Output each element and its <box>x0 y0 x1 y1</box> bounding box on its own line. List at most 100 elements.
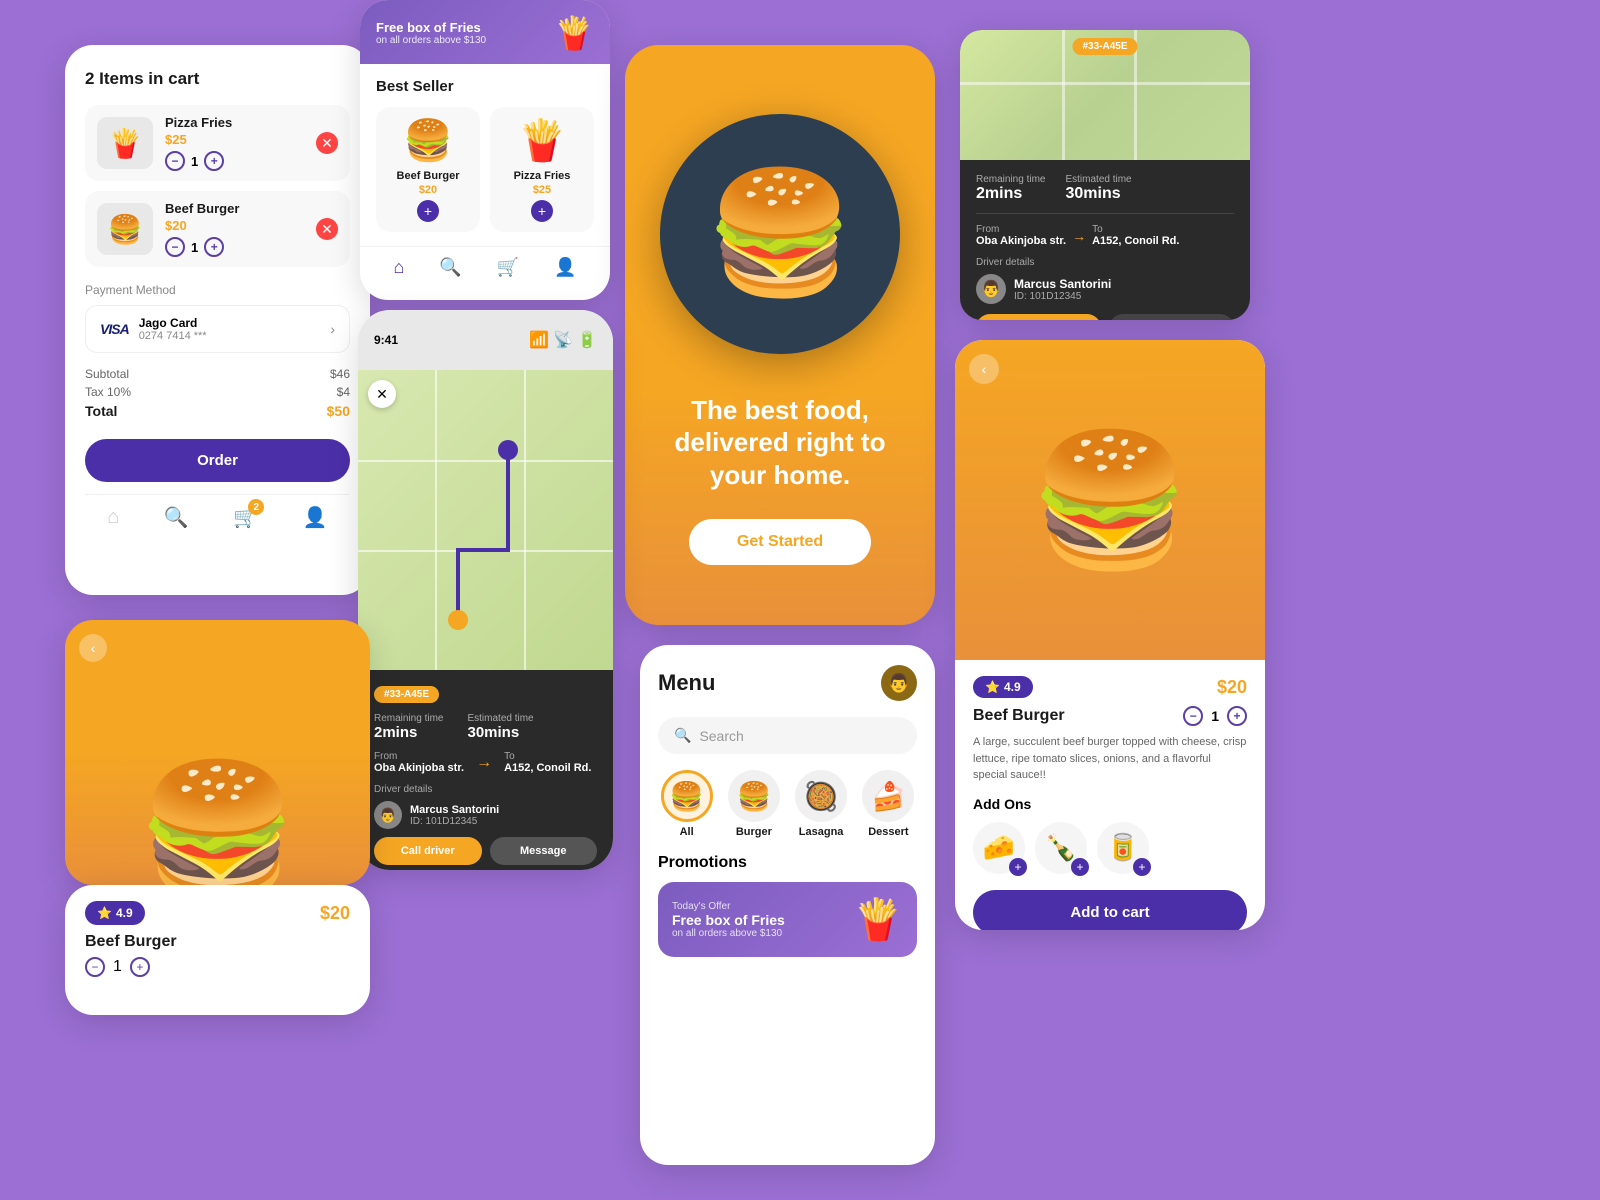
burger-back-button[interactable]: ‹ <box>79 634 107 662</box>
from-value: Oba Akinjoba str. <box>976 235 1066 247</box>
call-driver-button[interactable]: Call driver <box>976 314 1101 320</box>
map-route-svg <box>358 370 613 670</box>
from-label: From <box>976 224 1066 235</box>
battery-icon: 🔋 <box>577 330 597 350</box>
map-full-view: ✕ <box>358 370 613 670</box>
bs-nav-profile-icon[interactable]: 👤 <box>554 257 576 278</box>
map-driver-id: ID: 101D12345 <box>410 816 499 827</box>
tax-row: Tax 10% $4 <box>85 385 350 399</box>
burger-increment-btn[interactable]: + <box>130 957 150 977</box>
addon-1-add-btn[interactable]: + <box>1009 858 1027 876</box>
driver-id: ID: 101D12345 <box>1014 291 1111 302</box>
order-button[interactable]: Order <box>85 439 350 482</box>
food-2-price: $25 <box>500 184 584 196</box>
product-back-button[interactable]: ‹ <box>969 354 999 384</box>
product-increment-btn[interactable]: + <box>1227 706 1247 726</box>
tax-label: Tax 10% <box>85 385 131 399</box>
nav-search-icon[interactable]: 🔍 <box>164 505 189 530</box>
route-to-block: To A152, Conoil Rd. <box>1092 224 1179 247</box>
decrement-btn-2[interactable]: − <box>165 237 185 257</box>
promo-banner: Free box of Fries on all orders above $1… <box>360 0 610 64</box>
map-remaining-label: Remaining time <box>374 713 443 724</box>
cart-card: 2 Items in cart 🍟 Pizza Fries $25 − 1 + … <box>65 45 370 595</box>
to-label: To <box>1092 224 1179 235</box>
food-item-2: 🍟 Pizza Fries $25 + <box>490 107 594 232</box>
map-remaining-value: 2mins <box>374 724 443 741</box>
category-all[interactable]: 🍔 All <box>658 770 715 838</box>
category-all-label: All <box>658 826 715 838</box>
star-icon: ⭐ <box>985 680 1000 694</box>
promo-inner-sub: on all orders above $130 <box>672 928 785 939</box>
get-started-button[interactable]: Get Started <box>689 519 871 565</box>
food-2-emoji: 🍟 <box>500 117 584 164</box>
category-burger[interactable]: 🍔 Burger <box>725 770 782 838</box>
map-estimated-label: Estimated time <box>467 713 533 724</box>
map-header: 9:41 📶 📡 🔋 <box>358 310 613 370</box>
product-quantity: − 1 + <box>1183 706 1247 726</box>
increment-btn-2[interactable]: + <box>204 237 224 257</box>
payment-card[interactable]: VISA Jago Card 0274 7414 *** › <box>85 305 350 353</box>
map-call-btn[interactable]: Call driver <box>374 837 482 865</box>
category-dessert[interactable]: 🍰 Dessert <box>860 770 917 838</box>
category-burger-label: Burger <box>725 826 782 838</box>
category-dessert-label: Dessert <box>860 826 917 838</box>
nav-cart-icon[interactable]: 🛒 2 <box>233 505 258 530</box>
close-map-btn[interactable]: ✕ <box>368 380 396 408</box>
promo-title: Free box of Fries <box>376 20 486 35</box>
category-all-icon: 🍔 <box>661 770 713 822</box>
addon-3-add-btn[interactable]: + <box>1133 858 1151 876</box>
add-to-cart-button[interactable]: Add to cart <box>973 890 1247 931</box>
addon-2-add-btn[interactable]: + <box>1071 858 1089 876</box>
burger-qty-value: 1 <box>113 958 122 976</box>
message-button[interactable]: Message <box>1109 314 1234 320</box>
map-driver-info: Marcus Santorini ID: 101D12345 <box>410 804 499 827</box>
bs-nav-search-icon[interactable]: 🔍 <box>439 257 461 278</box>
search-bar[interactable]: 🔍 Search <box>658 717 917 754</box>
tracking-map-preview: #33-A45E <box>960 30 1250 160</box>
map-driver-label: Driver details <box>374 784 597 795</box>
nav-home-icon[interactable]: ⌂ <box>107 506 119 529</box>
increment-btn-1[interactable]: + <box>204 151 224 171</box>
product-decrement-btn[interactable]: − <box>1183 706 1203 726</box>
addon-2-icon: 🍾 + <box>1035 822 1087 874</box>
nav-profile-icon[interactable]: 👤 <box>303 505 328 530</box>
food-1-add-btn[interactable]: + <box>417 200 439 222</box>
burger-decrement-btn[interactable]: − <box>85 957 105 977</box>
cart-item-1-name: Pizza Fries <box>165 115 304 130</box>
map-msg-btn[interactable]: Message <box>490 837 598 865</box>
cart-item-1-qty: − 1 + <box>165 151 304 171</box>
product-image-header: ‹ 🍔 <box>955 340 1265 660</box>
promo-inner-image: 🍟 <box>853 896 903 943</box>
remaining-time-block: Remaining time 2mins <box>976 174 1045 203</box>
remaining-label: Remaining time <box>976 174 1045 185</box>
addon-3: 🥫 + <box>1097 822 1149 874</box>
estimated-time-block: Estimated time 30mins <box>1065 174 1131 203</box>
product-body: ⭐ 4.9 $20 Beef Burger − 1 + A large, suc… <box>955 660 1265 930</box>
promo-inner-title: Free box of Fries <box>672 912 785 928</box>
product-meta: ⭐ 4.9 $20 <box>973 676 1247 698</box>
route-from-block: From Oba Akinjoba str. <box>976 224 1066 247</box>
food-grid: 🍔 Beef Burger $20 + 🍟 Pizza Fries $25 + <box>376 107 594 232</box>
bs-nav-home-icon[interactable]: ⌂ <box>393 257 404 278</box>
map-driver-row: 👨 Marcus Santorini ID: 101D12345 <box>374 801 597 829</box>
estimated-value: 30mins <box>1065 185 1131 203</box>
driver-details: Marcus Santorini ID: 101D12345 <box>1014 277 1111 302</box>
bestseller-card: Free box of Fries on all orders above $1… <box>360 0 610 300</box>
subtotal-row: Subtotal $46 <box>85 367 350 381</box>
remove-btn-2[interactable]: ✕ <box>316 218 338 240</box>
total-label: Total <box>85 403 117 419</box>
bs-nav-cart-icon[interactable]: 🛒 <box>497 257 519 278</box>
category-lasagna[interactable]: 🥘 Lasagna <box>793 770 850 838</box>
map-route-info: From Oba Akinjoba str. → To A152, Conoil… <box>374 751 597 774</box>
burger-rating-value: 4.9 <box>116 906 133 920</box>
burger-bottom-image: 🍔 <box>137 765 299 885</box>
remove-btn-1[interactable]: ✕ <box>316 132 338 154</box>
burger-rating-row: ⭐ 4.9 $20 <box>85 901 350 925</box>
cart-item-1-info: Pizza Fries $25 − 1 + <box>165 115 304 171</box>
driver-name: Marcus Santorini <box>1014 277 1111 291</box>
food-2-add-btn[interactable]: + <box>531 200 553 222</box>
decrement-btn-1[interactable]: − <box>165 151 185 171</box>
menu-title: Menu <box>658 670 715 696</box>
wifi-icon: 📡 <box>553 330 573 350</box>
product-rating-badge: ⭐ 4.9 <box>973 676 1033 698</box>
